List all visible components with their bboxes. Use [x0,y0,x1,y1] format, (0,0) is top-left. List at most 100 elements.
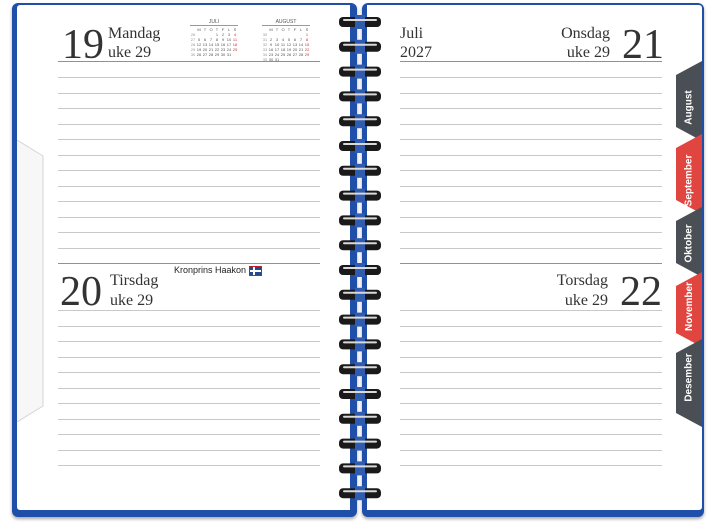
tab-oktober-label: Oktober [683,223,695,263]
ruled-line [58,449,320,451]
month-label: Juli [400,25,424,42]
mini-calendar-day: 28 [208,52,214,57]
ruled-line [58,387,320,389]
ruled-line [400,434,662,435]
ruled-line [400,232,662,233]
ruled-line [58,356,320,358]
ruled-line [400,201,662,202]
spiral-ring [339,238,381,253]
weekday-bottom-right: Torsdag [556,272,608,289]
tab-desember-label: Desember [683,352,695,402]
weekday-top-right: Onsdag [561,25,610,42]
mini-calendar-juli: JULI M T O T F L S 26 1 2 3 4 27 5 6 7 8 9 10 11 28 12 13 14 15 1… [190,19,238,57]
week-bottom-right: uke 29 [564,292,608,309]
tab-november[interactable]: November [676,272,702,340]
day-number-bottom-right: 22 [620,269,662,315]
spiral-ring [339,15,381,29]
day-separator-top-right [400,61,662,62]
year-label: 2027 [400,44,432,61]
spiral-ring [339,64,381,79]
ruled-line [400,216,662,218]
spiral-ring [339,114,381,129]
ruled-line [58,434,320,435]
mini-calendar-day: 29 [214,52,220,57]
ruled-line [400,154,662,156]
ruled-line [400,387,662,389]
week-bottom-left: uke 29 [110,292,154,309]
holiday-note-text: Kronprins Haakon [174,265,247,275]
ruled-line [400,449,662,451]
tab-september[interactable]: September [676,146,702,214]
mini-calendar-day: 28 [298,52,304,57]
mini-calendar-day: 25 [232,47,238,52]
mini-calendar-grid: M T O T F L S 26 1 2 3 4 27 5 6 7 8 9 10 11 28 12 13 14 15 16 17 18… [190,27,238,57]
ruled-line [400,465,662,466]
mini-calendar-week-row: 30 26 27 28 29 30 31 [190,52,238,57]
day-separator-bottom-right [400,263,662,264]
ruled-line [58,123,320,125]
ruled-line [58,465,320,466]
norway-flag-icon [249,265,263,276]
ruled-line [58,170,320,171]
ruled-line [58,216,320,218]
ruled-line [58,92,320,94]
ruled-line [400,247,662,249]
spiral-ring [339,39,381,54]
mini-calendar-title: AUGUST [262,19,310,26]
tab-august[interactable]: August [676,73,702,141]
day-number-top-left: 19 [62,22,104,68]
ruled-line [58,154,320,156]
ruled-line [400,418,662,420]
tab-november-label: November [683,281,695,331]
spiral-ring [339,461,381,476]
spiral-binding [339,15,381,501]
ruled-line [400,325,662,327]
spiral-ring [339,312,381,327]
ruled-line [58,372,320,373]
holiday-note: Kronprins Haakon [174,265,263,276]
ruled-line [400,341,662,342]
spiral-ring [339,486,381,501]
spiral-ring [339,263,381,277]
week-top-left: uke 29 [108,44,152,61]
ruled-line [400,123,662,125]
ruled-line [400,108,662,109]
ruled-line [58,247,320,249]
spiral-ring [339,387,381,401]
ruled-line [58,77,320,78]
ruled-line [58,325,320,327]
spiral-ring [339,287,381,302]
mini-calendar-day: 29 [304,52,310,57]
ruled-line [400,372,662,373]
mini-calendar-day: 25 [280,52,286,57]
ruled-line [58,108,320,109]
ruled-line [58,185,320,187]
ruled-line [400,139,662,140]
weekday-top-left: Mandag [108,25,161,42]
tab-oktober[interactable]: Oktober [676,209,702,277]
ruled-line [58,232,320,233]
month-tabs: August September Oktober November Desemb… [676,61,702,427]
mini-calendar-title: JULI [190,19,238,26]
ruled-line [400,77,662,78]
tab-desember[interactable]: Desember [676,343,702,411]
tab-august-label: August [683,89,695,125]
mini-calendar-day: 31 [226,52,232,57]
ruled-line [400,170,662,171]
spiral-ring [339,337,381,352]
mini-calendar-august: AUGUST M T O T F L S 30 1 31 2 3 4 5 6 7 8 32 9 10 11 12 13 14 1… [262,19,310,62]
spiral-ring [339,213,381,228]
week-top-right: uke 29 [566,44,610,61]
spiral-ring [339,362,381,377]
pocket-flap [17,140,44,422]
mini-calendar-grid: M T O T F L S 30 1 31 2 3 4 5 6 7 8 32 9 10 11 12 13 14 15 33 16 17… [262,27,310,62]
ruled-line [400,185,662,187]
ruled-line [400,356,662,358]
day-separator-bottom-left [58,263,320,264]
ruled-line [58,403,320,404]
mini-calendar-day [232,52,238,57]
ruled-line [58,341,320,342]
weekday-bottom-left: Tirsdag [110,272,159,289]
day-number-bottom-left: 20 [60,269,102,315]
ruled-line [400,403,662,404]
